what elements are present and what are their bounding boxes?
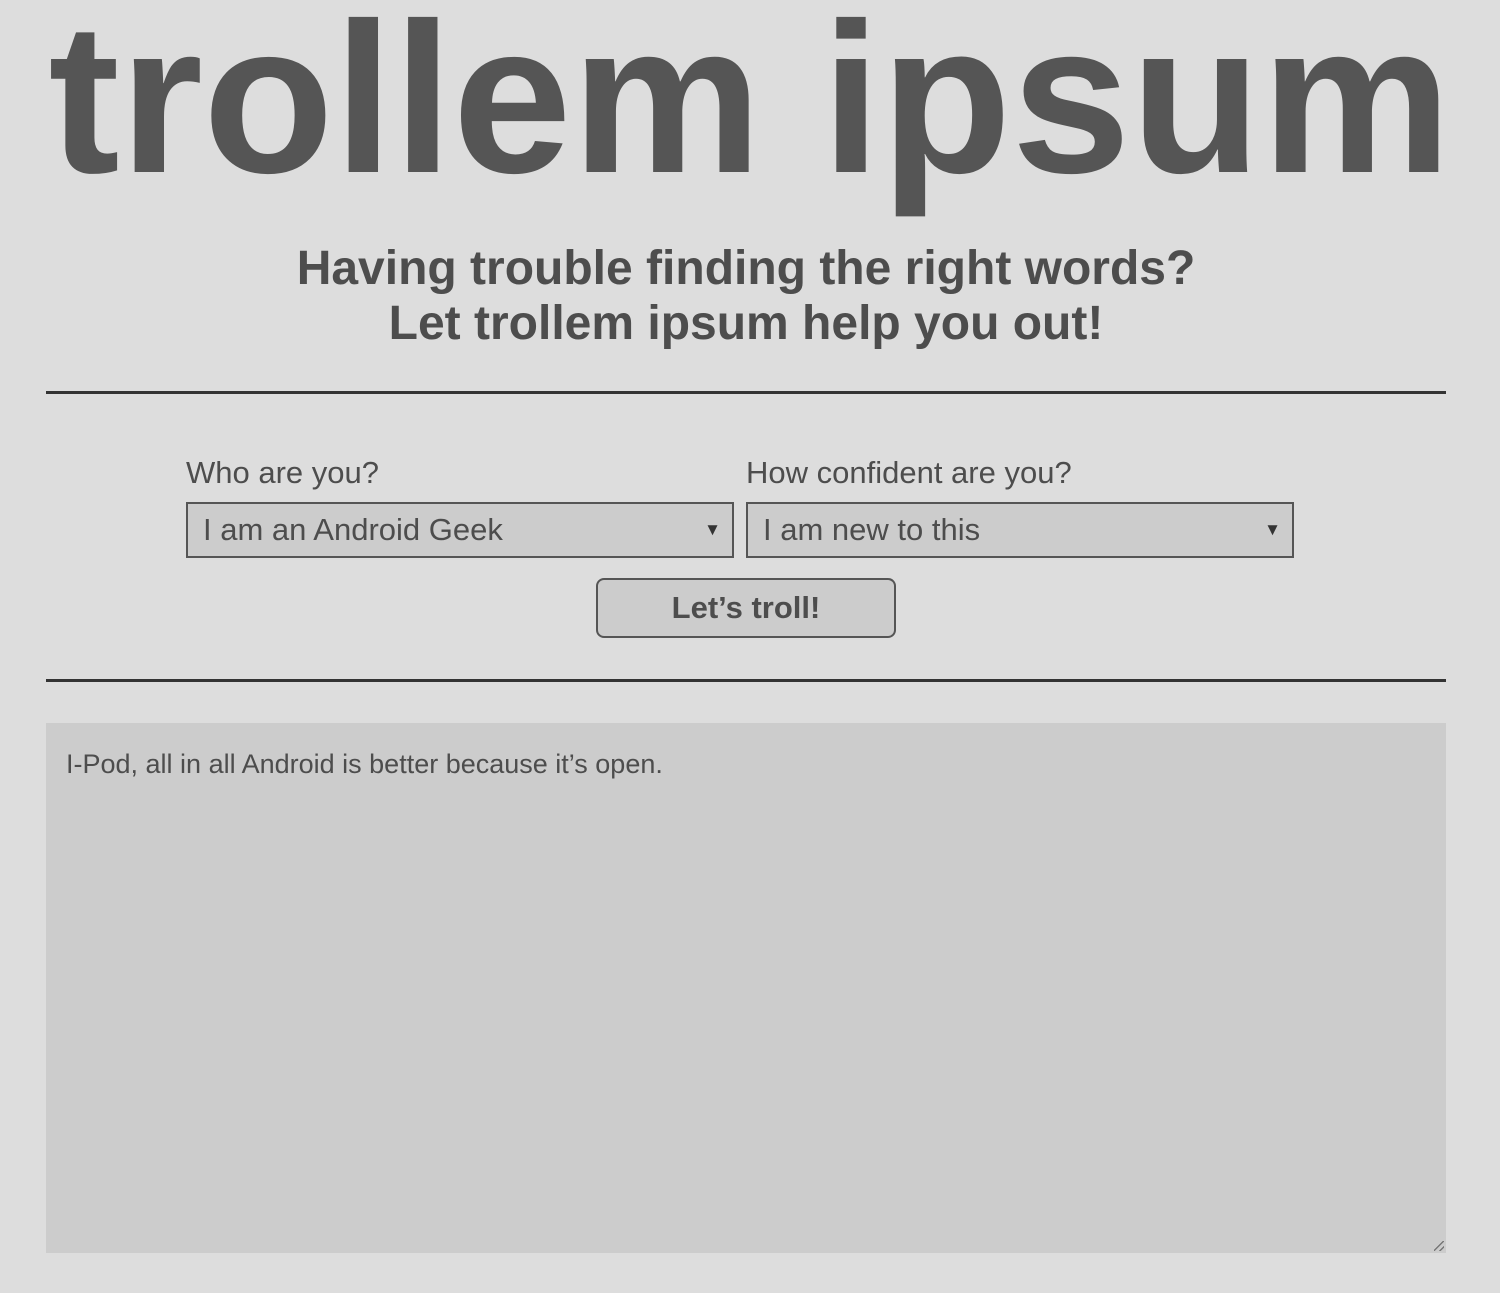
lets-troll-button[interactable]: Let’s troll! xyxy=(596,578,896,638)
identity-select[interactable]: I am an Android Geek ▼ xyxy=(186,502,734,558)
confidence-select-value: I am new to this xyxy=(763,512,981,547)
divider-bottom xyxy=(46,679,1446,682)
identity-select-value: I am an Android Geek xyxy=(203,512,503,547)
output-text: I-Pod, all in all Android is better beca… xyxy=(66,749,663,779)
resize-grip-icon[interactable] xyxy=(1434,1241,1444,1251)
tagline-line-1: Having trouble finding the right words? xyxy=(296,242,1196,295)
confidence-select[interactable]: I am new to this ▼ xyxy=(746,502,1294,558)
confidence-label: How confident are you? xyxy=(746,455,1072,490)
tagline-line-2: Let trollem ipsum help you out! xyxy=(388,297,1104,350)
identity-label: Who are you? xyxy=(186,455,379,490)
chevron-down-icon: ▼ xyxy=(704,520,721,539)
site-logo: trollem ipsum xyxy=(48,0,1452,218)
tagline: Having trouble finding the right words? … xyxy=(0,241,1492,351)
divider-top xyxy=(46,391,1446,394)
chevron-down-icon: ▼ xyxy=(1264,520,1281,539)
output-textarea[interactable]: I-Pod, all in all Android is better beca… xyxy=(46,723,1446,1253)
